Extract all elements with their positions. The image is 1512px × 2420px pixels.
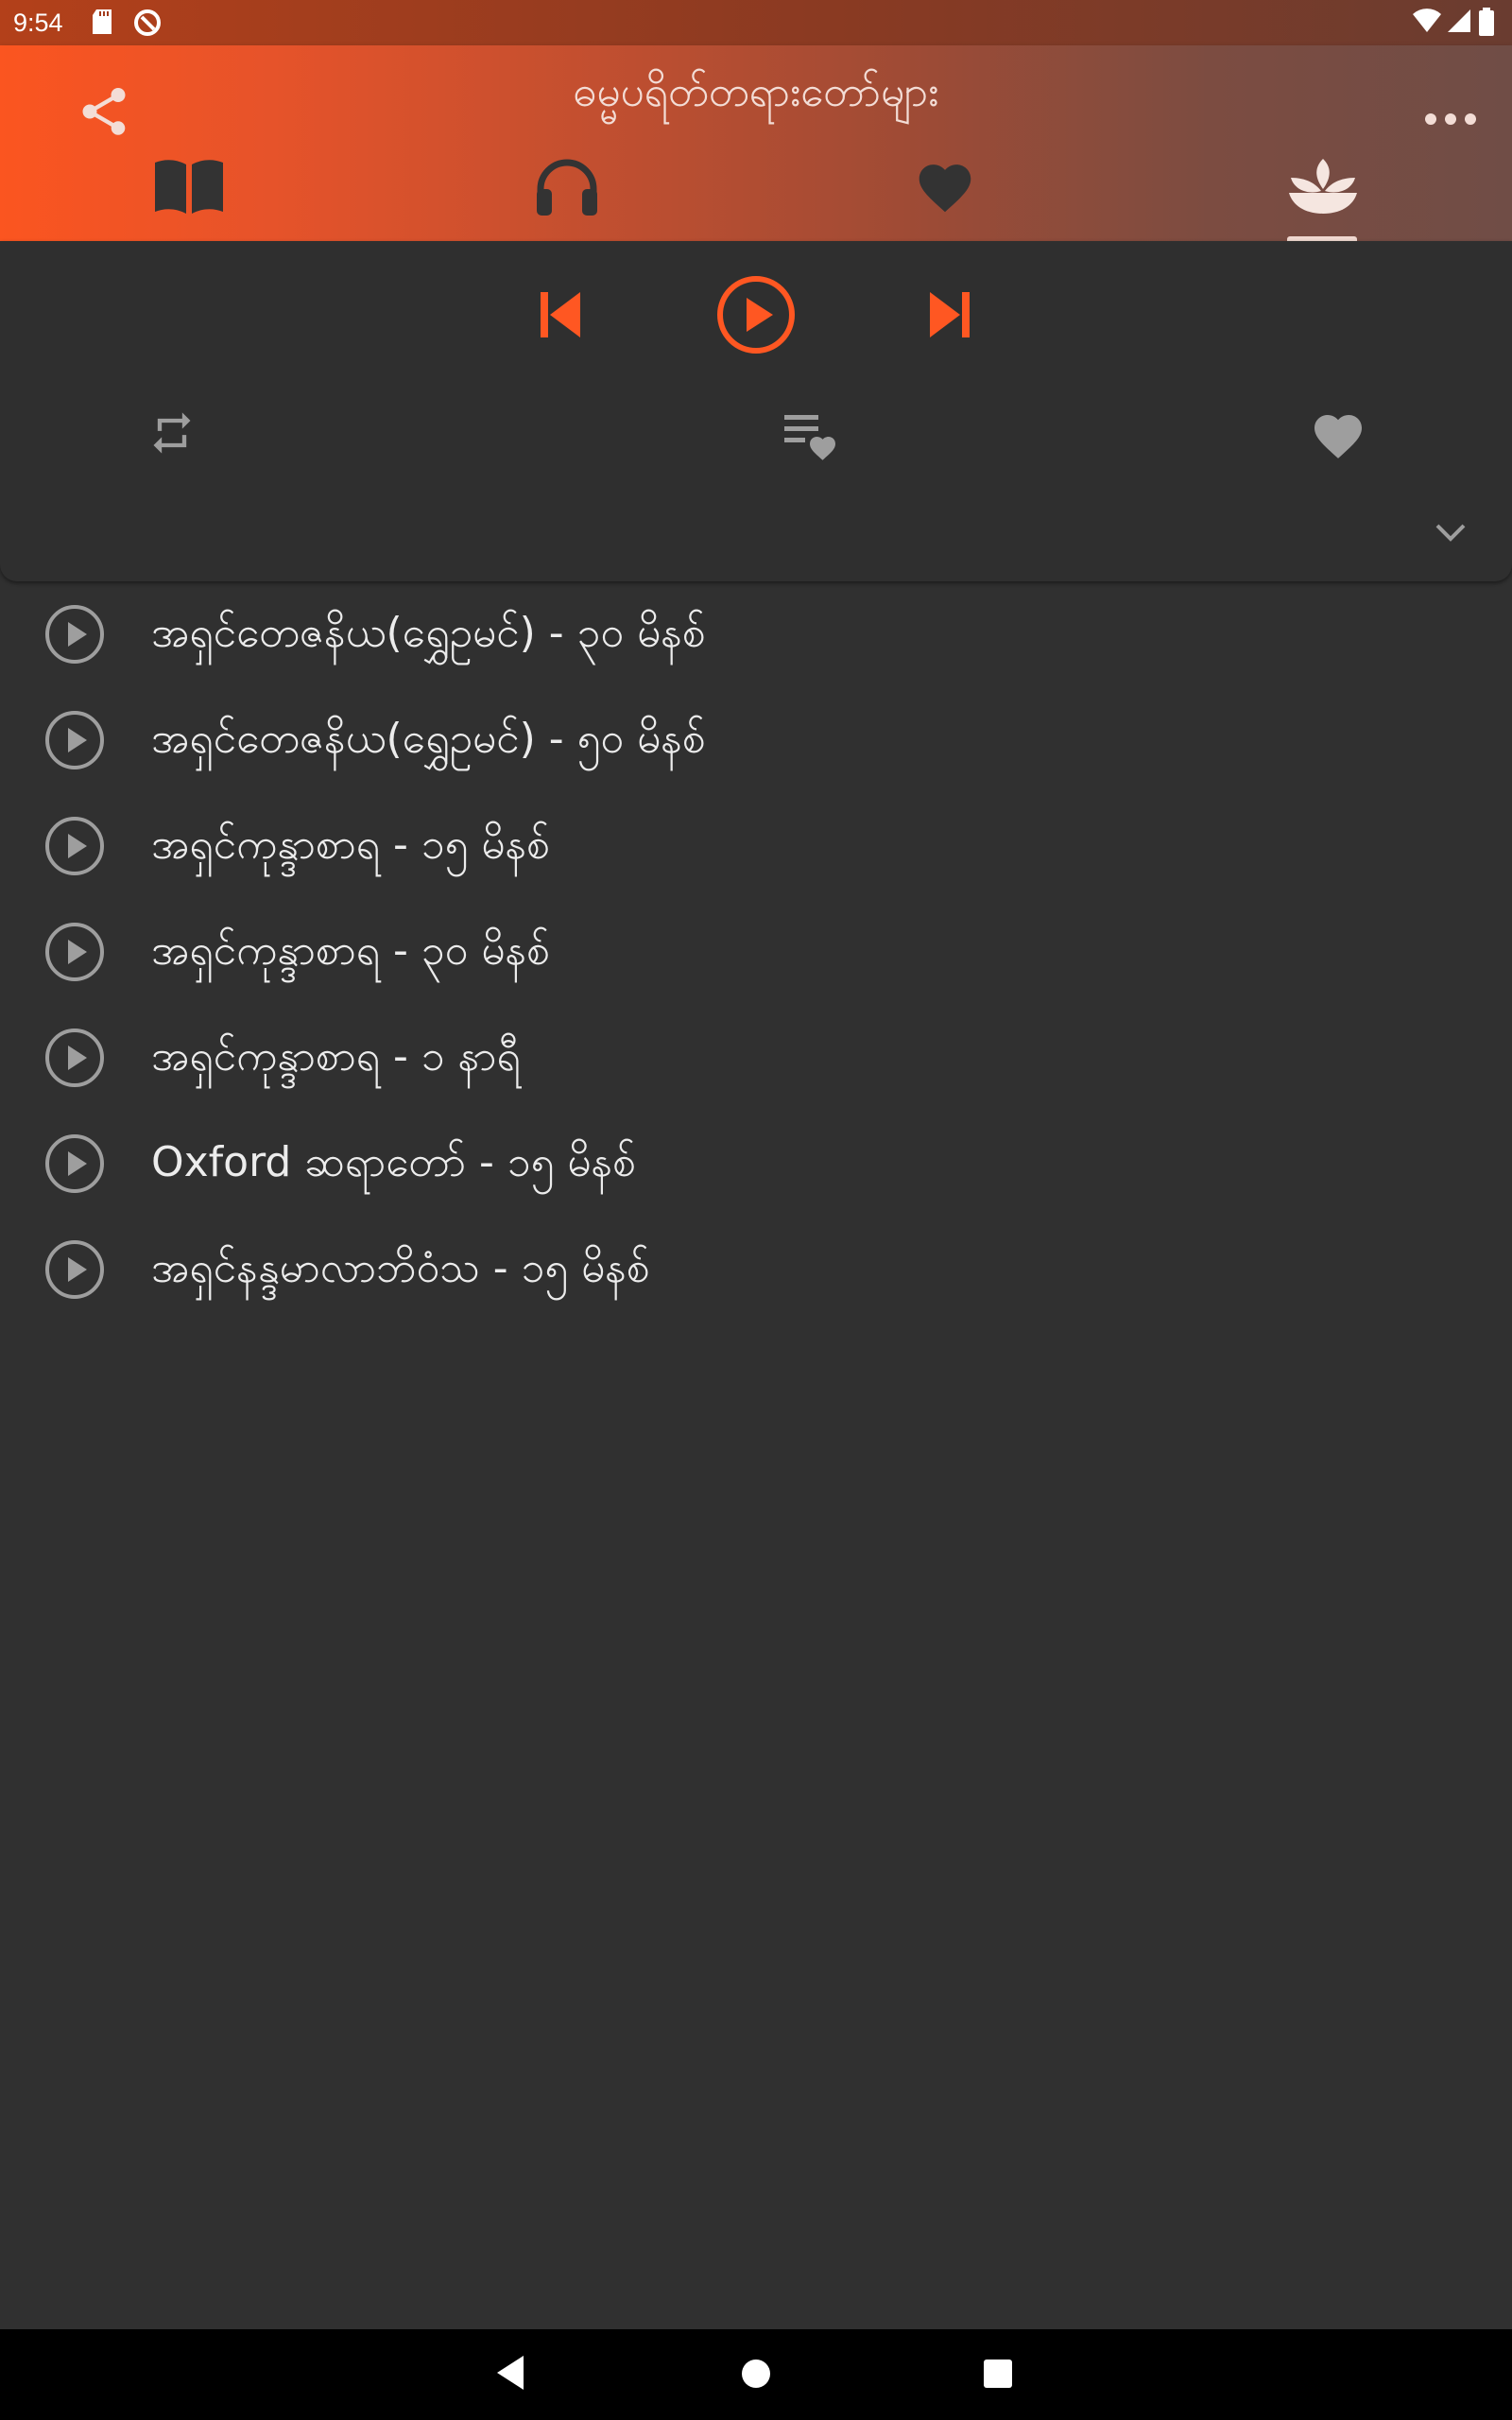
play-circle-icon[interactable] xyxy=(43,603,106,666)
status-bar: 9:54 xyxy=(0,0,1512,45)
battery-icon xyxy=(1479,8,1494,36)
lotus-icon xyxy=(1289,159,1357,214)
list-item[interactable]: အရှင်ကုန္ဒာစာရ - ၁ နာရီ xyxy=(0,1004,1512,1110)
status-time: 9:54 xyxy=(13,9,63,37)
next-icon[interactable] xyxy=(926,288,973,341)
track-title: အရှင်ကုန္ဒာစာရ - ၁ နာရီ xyxy=(151,1032,521,1080)
page-title: ဓမ္မပရိတ်တရားတော်များ xyxy=(573,68,939,116)
chevron-down-icon[interactable] xyxy=(1435,523,1467,544)
track-title: အရှင်တေဇနိယ(ရွှေဥမင်) - ၅၀ မိနစ် xyxy=(151,715,706,763)
app-bar: ဓမ္မပရိတ်တရားတော်များ xyxy=(0,45,1512,242)
home-icon[interactable] xyxy=(740,2358,772,2390)
player-panel xyxy=(0,241,1512,581)
play-icon[interactable] xyxy=(714,273,798,356)
play-circle-icon[interactable] xyxy=(43,1132,106,1195)
recents-icon[interactable] xyxy=(982,2358,1014,2390)
signal-icon xyxy=(1448,9,1470,32)
sd-card-icon xyxy=(93,9,112,34)
track-title: အရှင်ကုန္ဒာစာရ - ၁၅ မိနစ် xyxy=(151,821,551,869)
headphones-icon xyxy=(537,159,597,216)
play-circle-icon[interactable] xyxy=(43,815,106,877)
play-circle-icon[interactable] xyxy=(43,1027,106,1089)
list-item[interactable]: အရှင်တေဇနိယ(ရွှေဥမင်) - ၃၀ မိနစ် xyxy=(0,580,1512,686)
tab-favorites[interactable] xyxy=(756,157,1134,241)
previous-icon[interactable] xyxy=(537,288,584,341)
list-item[interactable]: အရှင်ကုန္ဒာစာရ - ၁၅ မိနစ် xyxy=(0,792,1512,898)
navigation-bar xyxy=(0,2329,1512,2420)
tab-book[interactable] xyxy=(0,157,378,241)
heart-icon xyxy=(919,164,971,213)
play-circle-icon[interactable] xyxy=(43,1238,106,1301)
favorite-icon[interactable] xyxy=(1310,407,1366,460)
wifi-icon xyxy=(1413,9,1441,32)
list-item[interactable]: အရှင်နန္ဒမာလာဘိဝံသ - ၁၅ မိနစ် xyxy=(0,1216,1512,1322)
sync-disabled-icon xyxy=(134,9,161,36)
track-title: အရှင်နန္ဒမာလာဘိဝံသ - ၁၅ မိနစ် xyxy=(151,1244,650,1292)
tab-audio[interactable] xyxy=(378,157,756,241)
list-item[interactable]: အရှင်ကုန္ဒာစာရ - ၃၀ မိနစ် xyxy=(0,898,1512,1004)
track-title: Oxford ဆရာတော် - ၁၅ မိနစ် xyxy=(151,1138,637,1186)
playlist-favorite-icon[interactable] xyxy=(781,411,841,464)
more-options-icon[interactable] xyxy=(1423,110,1478,129)
list-item[interactable]: အရှင်တေဇနိယ(ရွှေဥမင်) - ၅၀ မိနစ် xyxy=(0,686,1512,792)
play-circle-icon[interactable] xyxy=(43,921,106,983)
back-icon[interactable] xyxy=(495,2354,527,2392)
share-icon[interactable] xyxy=(76,83,132,140)
tab-meditation[interactable] xyxy=(1134,157,1512,241)
book-icon xyxy=(155,160,223,214)
play-circle-icon[interactable] xyxy=(43,709,106,771)
repeat-icon[interactable] xyxy=(147,407,197,458)
track-title: အရှင်ကုန္ဒာစာရ - ၃၀ မိနစ် xyxy=(151,926,551,975)
list-item[interactable]: Oxford ဆရာတော် - ၁၅ မိနစ် xyxy=(0,1110,1512,1216)
track-title: အရှင်တေဇနိယ(ရွှေဥမင်) - ၃၀ မိနစ် xyxy=(151,609,706,657)
